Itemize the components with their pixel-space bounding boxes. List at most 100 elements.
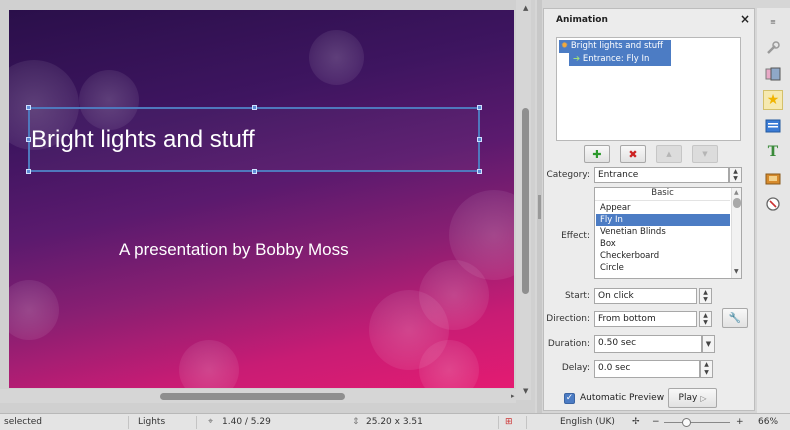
close-icon[interactable]: × — [740, 12, 750, 26]
animation-effect-label: Entrance: Fly In — [582, 54, 650, 64]
animation-star-icon[interactable]: ★ — [763, 90, 783, 110]
effect-option-selected[interactable]: Fly In — [596, 214, 730, 226]
status-bar: selected Lights ⌖ 1.40 / 5.29 ⇕ 25.20 x … — [0, 413, 790, 430]
animation-list-item[interactable]: ✹ Bright lights and stuff — [559, 40, 671, 53]
direction-select[interactable]: From bottom — [594, 311, 697, 327]
slide-transition-icon[interactable] — [763, 64, 783, 84]
properties-icon[interactable]: ≡ — [763, 12, 783, 32]
layout-name[interactable]: Lights — [138, 417, 165, 427]
duration-combo[interactable]: 0.50 sec — [594, 335, 702, 353]
resize-handle[interactable] — [252, 105, 257, 110]
animation-object-label: Bright lights and stuff — [570, 41, 663, 51]
sidebar-deck: ≡ ★ T — [757, 8, 790, 413]
move-up-button[interactable]: ▲ — [656, 145, 682, 163]
plus-icon: ✚ — [592, 147, 602, 161]
start-label: Start: — [564, 291, 590, 301]
remove-icon: ✖ — [628, 147, 638, 161]
resize-handle[interactable] — [252, 169, 257, 174]
bokeh-light — [179, 340, 239, 388]
start-select[interactable]: On click — [594, 288, 697, 304]
move-down-button[interactable]: ▼ — [692, 145, 718, 163]
effect-option[interactable]: Appear — [596, 202, 730, 214]
animation-panel: Animation × ✹ Bright lights and stuff ➔ … — [543, 8, 755, 411]
scroll-down-icon[interactable]: ▼ — [734, 268, 739, 275]
slide-subtitle[interactable]: A presentation by Bobby Moss — [119, 240, 349, 260]
sparkle-icon: ✹ — [561, 41, 569, 51]
zoom-level[interactable]: 66% — [758, 417, 778, 427]
delay-spinbox[interactable]: 0.0 sec — [594, 360, 700, 378]
selection-status: selected — [4, 417, 42, 427]
zoom-slider-thumb[interactable] — [682, 418, 691, 427]
scroll-up-icon[interactable]: ▲ — [734, 189, 739, 196]
resize-handle[interactable] — [477, 137, 482, 142]
styles-icon[interactable]: T — [763, 142, 783, 162]
effect-listbox[interactable]: Basic Appear Fly In Venetian Blinds Box … — [594, 187, 742, 279]
status-divider — [498, 416, 499, 429]
play-button[interactable]: Play ▷ — [668, 388, 717, 408]
direction-label: Direction: — [546, 314, 590, 324]
position-readout: 1.40 / 5.29 — [222, 417, 271, 427]
zoom-out-button[interactable]: − — [652, 417, 660, 427]
effect-option[interactable]: Venetian Blinds — [596, 226, 730, 238]
bokeh-light — [419, 340, 479, 388]
effect-label: Effect: — [561, 231, 590, 241]
duration-dropdown-icon[interactable]: ▼ — [702, 335, 715, 353]
move-up-icon: ▲ — [666, 150, 672, 158]
size-readout: 25.20 x 3.51 — [366, 417, 423, 427]
fit-slide-icon[interactable]: ✢ — [632, 417, 640, 427]
effect-list-scrollbar[interactable]: ▲ ▼ — [731, 188, 741, 278]
duration-label: Duration: — [547, 339, 590, 349]
effect-scroll-thumb[interactable] — [733, 198, 741, 208]
language-status[interactable]: English (UK) — [560, 417, 615, 427]
resize-handle[interactable] — [26, 105, 31, 110]
scroll-down-icon[interactable]: ▼ — [523, 387, 528, 395]
splitter-grip[interactable] — [538, 195, 541, 219]
resize-handle[interactable] — [26, 169, 31, 174]
vertical-scrollbar[interactable]: ▲ ▼ — [516, 0, 531, 400]
resize-handle[interactable] — [477, 105, 482, 110]
wrench-icon: 🔧 — [728, 312, 742, 324]
status-divider — [526, 416, 527, 429]
automatic-preview-label: Automatic Preview — [580, 393, 665, 403]
play-label: Play — [678, 393, 698, 403]
panel-title: Animation — [556, 15, 608, 25]
horizontal-scrollbar[interactable]: ▸ — [0, 389, 516, 403]
document-modified-icon[interactable]: ⊞ — [505, 417, 513, 427]
effect-option[interactable]: Box — [596, 238, 730, 250]
start-dropdown-icon[interactable]: ▲ ▼ — [699, 288, 712, 304]
master-slides-icon[interactable] — [763, 116, 783, 136]
status-divider — [128, 416, 129, 429]
scroll-right-icon[interactable]: ▸ — [511, 392, 515, 400]
resize-handle[interactable] — [477, 169, 482, 174]
move-down-icon: ▼ — [702, 150, 708, 158]
zoom-in-button[interactable]: + — [736, 417, 744, 427]
wrench-icon[interactable] — [763, 38, 783, 58]
vertical-scroll-thumb[interactable] — [522, 108, 529, 294]
horizontal-scroll-thumb[interactable] — [160, 393, 345, 400]
slide-title[interactable]: Bright lights and stuff — [31, 126, 255, 154]
panel-splitter[interactable] — [537, 0, 542, 413]
category-select[interactable]: Entrance — [594, 167, 729, 183]
play-icon: ▷ — [700, 393, 707, 403]
slide-canvas[interactable]: Bright lights and stuff A presentation b… — [9, 10, 514, 388]
navigator-icon[interactable] — [763, 194, 783, 214]
animation-list-item[interactable]: ➔ Entrance: Fly In — [569, 53, 671, 66]
gallery-icon[interactable] — [763, 168, 783, 188]
effect-option[interactable]: Checkerboard — [596, 250, 730, 262]
slide-edit-area[interactable]: Bright lights and stuff A presentation b… — [0, 0, 535, 413]
zoom-slider[interactable] — [664, 418, 730, 427]
automatic-preview-checkbox[interactable]: ✓ — [564, 393, 575, 404]
animation-list[interactable]: ✹ Bright lights and stuff ➔ Entrance: Fl… — [556, 37, 741, 141]
effect-group-header: Basic — [595, 188, 730, 201]
scroll-up-icon[interactable]: ▲ — [523, 4, 528, 12]
bokeh-light — [309, 30, 364, 85]
category-label: Category: — [546, 170, 591, 180]
effect-option[interactable]: Circle — [596, 262, 730, 274]
effect-options-button[interactable]: 🔧 — [722, 308, 748, 328]
position-icon: ⌖ — [208, 417, 214, 427]
remove-effect-button[interactable]: ✖ — [620, 145, 646, 163]
direction-dropdown-icon[interactable]: ▲ ▼ — [699, 311, 712, 327]
category-dropdown-icon[interactable]: ▲ ▼ — [729, 167, 742, 183]
delay-spin-buttons[interactable]: ▲ ▼ — [700, 360, 713, 378]
add-effect-button[interactable]: ✚ — [584, 145, 610, 163]
